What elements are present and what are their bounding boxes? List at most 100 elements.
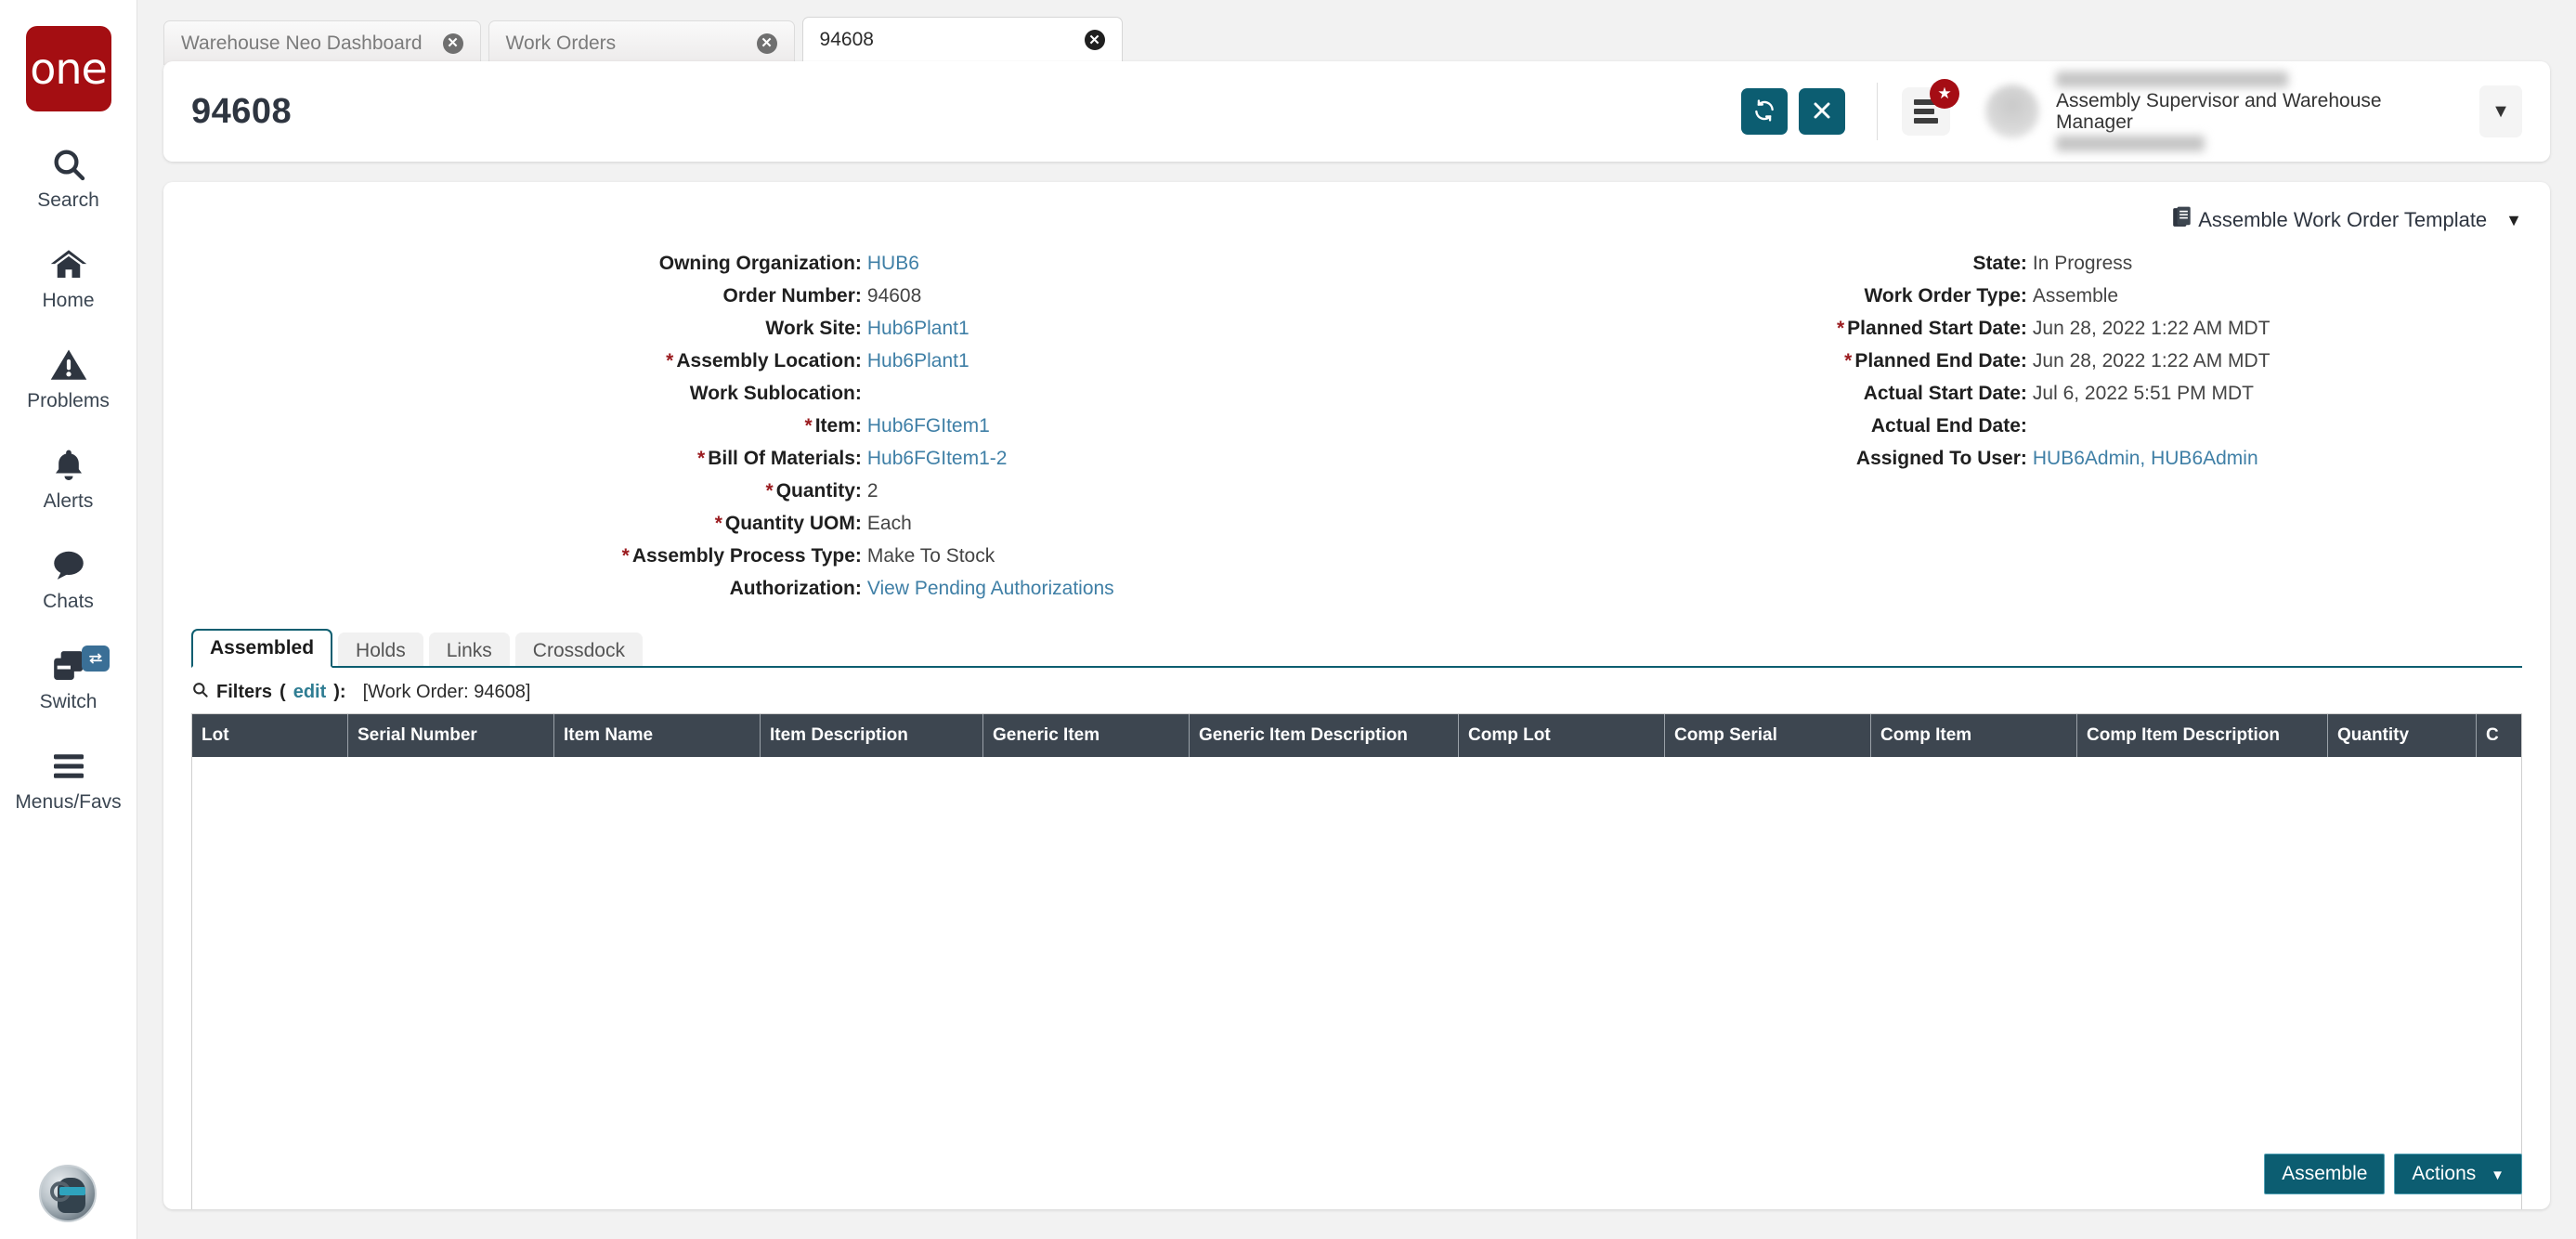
- close-icon[interactable]: ✕: [1085, 30, 1105, 50]
- detail-field-value[interactable]: HUB6: [867, 247, 919, 280]
- tab-warehouse-neo-dashboard[interactable]: Warehouse Neo Dashboard ✕: [163, 20, 481, 65]
- detail-field-value[interactable]: Hub6FGItem1: [867, 410, 990, 442]
- user-role: Assembly Supervisor and Warehouse Manage…: [2056, 90, 2455, 133]
- grid-column-header[interactable]: Item Name: [554, 714, 761, 757]
- tab-crossdock[interactable]: Crossdock: [515, 633, 643, 668]
- tab-94608[interactable]: 94608 ✕: [802, 17, 1123, 65]
- user-info: Assembly Supervisor and Warehouse Manage…: [2056, 72, 2455, 151]
- tab-assembled[interactable]: Assembled: [191, 629, 332, 668]
- detail-field-value: Assemble: [2033, 280, 2118, 312]
- detail-field-value[interactable]: HUB6Admin, HUB6Admin: [2033, 442, 2258, 475]
- detail-field-value: In Progress: [2033, 247, 2132, 280]
- grid-column-header[interactable]: Quantity: [2328, 714, 2477, 757]
- detail-field-row: State:In Progress: [1357, 247, 2522, 280]
- detail-field-label: *Assembly Location:: [191, 345, 867, 377]
- detail-field-label: Work Site:: [191, 312, 867, 345]
- sidebar-item-label: Switch: [40, 691, 98, 713]
- grid-column-header[interactable]: Lot: [192, 714, 348, 757]
- detail-field-row: Work Site:Hub6Plant1: [191, 312, 1357, 345]
- home-icon: [47, 243, 90, 286]
- detail-field-label: *Planned End Date:: [1357, 345, 2033, 377]
- sidebar-item-search[interactable]: Search: [0, 143, 137, 212]
- grid-column-header[interactable]: Comp Item Description: [2077, 714, 2328, 757]
- sidebar-item-home[interactable]: Home: [0, 243, 137, 312]
- star-icon: ★: [1930, 79, 1959, 109]
- detail-field-label: *Assembly Process Type:: [191, 540, 867, 572]
- sidebar-item-problems[interactable]: Problems: [0, 344, 137, 412]
- detail-field-value: Jun 28, 2022 1:22 AM MDT: [2033, 312, 2270, 345]
- subtab-label: Links: [447, 640, 492, 662]
- detail-field-row: *Quantity UOM:Each: [191, 507, 1357, 540]
- grid-column-header[interactable]: Generic Item: [983, 714, 1190, 757]
- tab-label: 94608: [820, 29, 874, 51]
- actions-menu-button[interactable]: Actions ▼: [2394, 1154, 2522, 1194]
- detail-field-label: *Item:: [191, 410, 867, 442]
- tab-work-orders[interactable]: Work Orders ✕: [488, 20, 795, 65]
- close-x-icon: [1811, 99, 1833, 124]
- detail-field-row: *Planned End Date:Jun 28, 2022 1:22 AM M…: [1357, 345, 2522, 377]
- list-menu-button[interactable]: ★: [1902, 87, 1950, 136]
- assemble-button[interactable]: Assemble: [2264, 1154, 2385, 1194]
- warning-triangle-icon: [47, 344, 90, 386]
- detail-field-label: Actual Start Date:: [1357, 377, 2033, 410]
- tab-links[interactable]: Links: [429, 633, 510, 668]
- template-label: Assemble Work Order Template: [2198, 208, 2487, 232]
- tab-holds[interactable]: Holds: [338, 633, 423, 668]
- filters-applied-value: [Work Order: 94608]: [363, 682, 531, 703]
- chevron-down-icon[interactable]: ▼: [2505, 211, 2522, 230]
- tab-label: Work Orders: [506, 33, 617, 55]
- left-navigation-rail: one Search Home: [0, 0, 137, 1239]
- bell-icon: [47, 444, 90, 487]
- sidebar-item-menus-favs[interactable]: Menus/Favs: [0, 745, 137, 814]
- detail-field-label: Owning Organization:: [191, 247, 867, 280]
- robot-avatar[interactable]: [39, 1165, 97, 1222]
- close-icon[interactable]: ✕: [443, 33, 463, 54]
- detail-field-value: Jun 28, 2022 1:22 AM MDT: [2033, 345, 2270, 377]
- user-name-redacted: [2056, 72, 2288, 87]
- assembled-grid: LotSerial NumberItem NameItem Descriptio…: [191, 713, 2522, 1209]
- sidebar-item-chats[interactable]: Chats: [0, 544, 137, 613]
- close-page-button[interactable]: [1799, 88, 1845, 135]
- header-actions: ★ Assembly Supervisor and Warehouse Mana…: [1730, 72, 2522, 151]
- filters-open-paren: (: [280, 682, 286, 703]
- detail-field-row: *Quantity:2: [191, 475, 1357, 507]
- detail-field-label: *Planned Start Date:: [1357, 312, 2033, 345]
- search-icon: [47, 143, 90, 186]
- one-logo[interactable]: one: [26, 26, 111, 111]
- user-org-redacted: [2056, 136, 2205, 151]
- refresh-button[interactable]: [1741, 88, 1788, 135]
- grid-column-header[interactable]: Serial Number: [348, 714, 554, 757]
- grid-column-header[interactable]: C: [2477, 714, 2522, 757]
- detail-field-value: 2: [867, 475, 878, 507]
- assemble-work-order-template-selector[interactable]: Assemble Work Order Template ▼: [2172, 206, 2522, 234]
- detail-field-row: *Assembly Location:Hub6Plant1: [191, 345, 1357, 377]
- switch-toggle-badge[interactable]: [82, 646, 110, 672]
- required-marker: *: [622, 545, 630, 567]
- grid-column-header[interactable]: Comp Serial: [1665, 714, 1871, 757]
- filters-separator: ):: [333, 682, 345, 703]
- filters-edit-link[interactable]: edit: [293, 682, 327, 703]
- detail-field-value[interactable]: Hub6FGItem1-2: [867, 442, 1008, 475]
- avatar[interactable]: [1985, 85, 2039, 138]
- grid-column-header[interactable]: Comp Item: [1871, 714, 2077, 757]
- detail-field-label: Assigned To User:: [1357, 442, 2033, 475]
- detail-field-label: Work Order Type:: [1357, 280, 2033, 312]
- detail-field-row: *Item:Hub6FGItem1: [191, 410, 1357, 442]
- grid-column-header[interactable]: Comp Lot: [1459, 714, 1665, 757]
- detail-field-value[interactable]: Hub6Plant1: [867, 312, 969, 345]
- detail-field-label: Order Number:: [191, 280, 867, 312]
- detail-field-value[interactable]: Hub6Plant1: [867, 345, 969, 377]
- close-icon[interactable]: ✕: [757, 33, 777, 54]
- work-order-detail-card: Assemble Work Order Template ▼ Owning Or…: [163, 182, 2550, 1209]
- grid-column-header[interactable]: Item Description: [761, 714, 983, 757]
- user-menu-button[interactable]: ▼: [2479, 85, 2522, 137]
- grid-column-header[interactable]: Generic Item Description: [1190, 714, 1459, 757]
- detail-field-row: *Assembly Process Type:Make To Stock: [191, 540, 1357, 572]
- clipboard-icon: [2172, 206, 2192, 234]
- detail-field-label: *Quantity UOM:: [191, 507, 867, 540]
- chat-bubble-icon: [47, 544, 90, 587]
- sidebar-item-alerts[interactable]: Alerts: [0, 444, 137, 513]
- sidebar-item-switch[interactable]: Switch: [0, 645, 137, 713]
- detail-field-label: State:: [1357, 247, 2033, 280]
- detail-field-value[interactable]: View Pending Authorizations: [867, 572, 1114, 605]
